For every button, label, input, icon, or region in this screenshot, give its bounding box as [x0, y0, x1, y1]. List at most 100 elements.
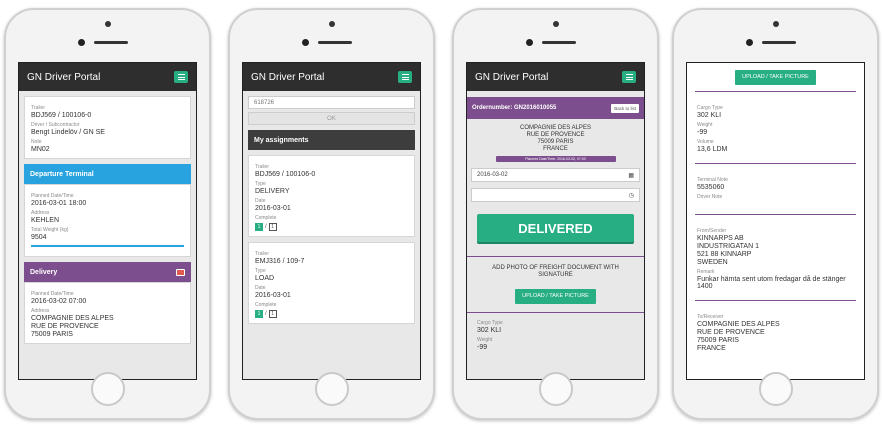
type-value: LOAD: [255, 275, 275, 282]
cargo-section: Cargo Type 302 KLI Weight -99 Volume 13,…: [687, 98, 864, 157]
calendar-icon[interactable]: ▦: [628, 172, 634, 179]
to-label: To/Receiver: [697, 313, 724, 320]
phone-frame: GN Driver Portal 618726 OK My assignment…: [228, 8, 435, 420]
trailer-value: BDJ569 / 100106-0: [31, 112, 92, 119]
from-line: SWEDEN: [697, 258, 728, 266]
terminal-note-label: Terminal Note: [697, 176, 728, 183]
date-value: 2016-03-01: [255, 292, 291, 299]
app-title: GN Driver Portal: [251, 71, 325, 83]
front-camera: [302, 39, 309, 46]
done-count: 1: [255, 310, 263, 318]
navbar: GN Driver Portal: [19, 63, 196, 91]
note-value: MN02: [31, 146, 50, 153]
ok-button[interactable]: OK: [248, 112, 415, 125]
upload-picture-button[interactable]: UPLOAD / TAKE PICTURE: [735, 69, 816, 85]
planned-label: Planned Date/Time: [31, 193, 74, 199]
phone-screen: GN Driver Portal Trailer BDJ569 / 100106…: [18, 62, 197, 380]
weight-value: -99: [697, 128, 708, 136]
driver-value: Bengt Lindelöv / GN SE: [31, 129, 105, 136]
cargo-value: 302 KLI: [697, 111, 722, 119]
clock-icon[interactable]: ◷: [629, 192, 634, 199]
image-icon[interactable]: [176, 268, 185, 276]
planned-value: 2016-03-01 18:00: [31, 200, 87, 207]
address-line: FRANCE: [543, 146, 568, 152]
phone-screen: GN Driver Portal 618726 OK My assignment…: [242, 62, 421, 380]
home-button[interactable]: [758, 372, 793, 406]
done-count: 1: [255, 223, 263, 231]
address-line: RUE DE PROVENCE: [526, 132, 585, 138]
content: Trailer BDJ569 / 100106-0 Driver / Subco…: [19, 91, 196, 344]
trailer-value: BDJ569 / 100106-0: [255, 171, 316, 178]
cargo-value: 302 KLI: [477, 326, 502, 334]
complete-label: Complete: [255, 302, 277, 308]
order-header: Ordernumber: GN2016010055 Back to list: [467, 97, 644, 119]
delivery-address-line: 75009 PARIS: [31, 331, 73, 338]
navbar: GN Driver Portal: [467, 63, 644, 91]
type-label: Type: [255, 268, 266, 274]
trailer-card: Trailer BDJ569 / 100106-0 Driver / Subco…: [24, 96, 191, 159]
to-line: FRANCE: [697, 344, 726, 352]
date-value: 2016-03-01: [255, 205, 291, 212]
type-label: Type: [255, 181, 266, 187]
search-input[interactable]: 618726: [248, 96, 415, 109]
sender-section: From/Sender KINNARPS AB INDUSTRIGATAN 1 …: [687, 221, 864, 294]
departure-terminal-header[interactable]: Departure Terminal: [24, 164, 191, 184]
delivery-header[interactable]: Delivery: [24, 262, 191, 282]
order-number: Ordernumber: GN2016010055: [472, 105, 557, 111]
hamburger-menu-icon[interactable]: [174, 71, 188, 83]
hamburger-menu-icon[interactable]: [398, 71, 412, 83]
back-to-list-button[interactable]: Back to list: [611, 103, 639, 113]
app-title: GN Driver Portal: [27, 71, 101, 83]
phone-screen: UPLOAD / TAKE PICTURE Cargo Type 302 KLI…: [686, 62, 865, 380]
date-input[interactable]: 2016-03-02 ▦: [471, 168, 640, 182]
divider: [695, 299, 856, 301]
camera-dot: [552, 21, 559, 27]
to-line: RUE DE PROVENCE: [697, 328, 765, 336]
date-label: Date: [255, 285, 266, 291]
cargo-section: Cargo Type 302 KLI Weight -99: [467, 313, 644, 355]
delivery-planned-value: 2016-03-02 07:00: [31, 298, 87, 305]
from-line: 521 88 KINNARP: [697, 250, 752, 258]
upload-picture-button[interactable]: UPLOAD / TAKE PICTURE: [515, 288, 596, 304]
speaker-grille: [318, 41, 352, 44]
assignment-card[interactable]: Trailer EMJ316 / 109-7 Type LOAD Date 20…: [248, 242, 415, 324]
assignments-title: My assignments: [254, 136, 309, 144]
upload-row: UPLOAD / TAKE PICTURE: [467, 284, 644, 304]
delivery-title: Delivery: [30, 268, 58, 276]
search-value: 618726: [254, 99, 275, 106]
assignment-card[interactable]: Trailer BDJ569 / 100106-0 Type DELIVERY …: [248, 155, 415, 237]
weight-label: Weight: [697, 121, 713, 128]
cargo-label: Cargo Type: [477, 319, 503, 326]
weight-value: 9504: [31, 234, 47, 241]
type-value: DELIVERY: [255, 188, 290, 195]
divider: [695, 213, 856, 215]
phone-screen: GN Driver Portal Ordernumber: GN20160100…: [466, 62, 645, 380]
address-line: 75009 PARIS: [537, 139, 574, 145]
delivery-address-line: COMPAGNIE DES ALPES: [31, 315, 114, 322]
driver-note-label: Driver Note: [697, 193, 723, 200]
departure-title: Departure Terminal: [30, 170, 94, 178]
speaker-grille: [94, 41, 128, 44]
home-button[interactable]: [314, 372, 349, 406]
home-button[interactable]: [90, 372, 125, 406]
count-separator: /: [265, 224, 267, 230]
total-count: 1: [268, 310, 277, 318]
navbar: GN Driver Portal: [243, 63, 420, 91]
front-camera: [526, 39, 533, 46]
volume-label: Volume: [697, 138, 714, 145]
time-input[interactable]: ◷: [471, 188, 640, 202]
divider: [695, 162, 856, 164]
speaker-grille: [762, 41, 796, 44]
app-title: GN Driver Portal: [475, 71, 549, 83]
divider: [31, 245, 184, 247]
delivered-button[interactable]: DELIVERED: [477, 214, 634, 242]
terminal-note-value: 5535060: [697, 183, 725, 191]
home-button[interactable]: [538, 372, 573, 406]
notes-section: Terminal Note 5535060 Driver Note: [687, 170, 864, 204]
total-count: 1: [268, 223, 277, 231]
trailer-value: EMJ316 / 109-7: [255, 258, 305, 265]
hamburger-menu-icon[interactable]: [622, 71, 636, 83]
weight-label: Weight: [477, 336, 493, 343]
speaker-grille: [542, 41, 576, 44]
front-camera: [746, 39, 753, 46]
